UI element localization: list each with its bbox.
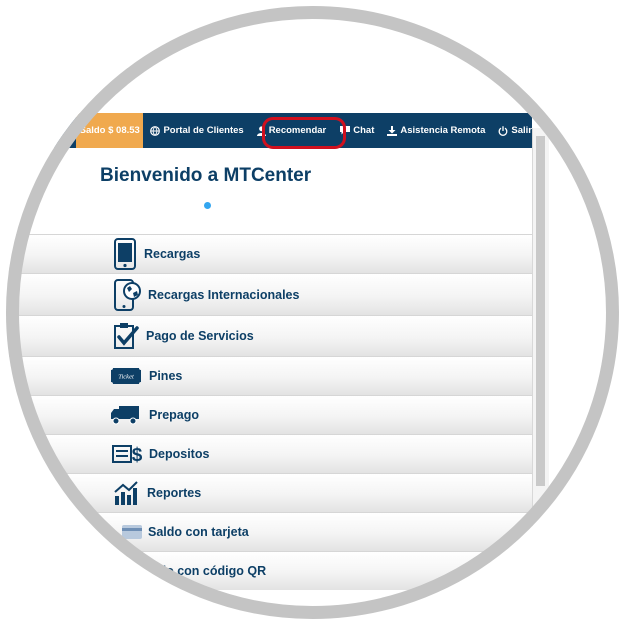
- nav-label: Recomendar: [268, 125, 327, 136]
- menu-item-pines[interactable]: Ticket Pines: [6, 356, 532, 395]
- power-icon: [499, 125, 508, 136]
- nav-portal-clientes[interactable]: Portal de Clientes: [150, 125, 244, 136]
- app-window: Saldo $ 08.53 Portal de Clientes Recomen…: [6, 113, 549, 619]
- menu-item-pago-de-servicios[interactable]: Pago de Servicios: [6, 315, 532, 356]
- mobile-phone-icon: [114, 238, 136, 270]
- menu-item-saldo-con-codigo-qr[interactable]: ldo con código QR: [6, 551, 532, 590]
- chat-icon: [340, 126, 351, 135]
- cash-deposit-icon: $: [112, 444, 142, 464]
- bar-chart-icon: [113, 480, 139, 506]
- globe-icon: [150, 125, 161, 136]
- menu-item-prepago[interactable]: Prepago: [6, 395, 532, 434]
- svg-text:$: $: [132, 445, 142, 464]
- menu-item-saldo-con-tarjeta[interactable]: Saldo con tarjeta: [6, 512, 532, 551]
- menu-item-reportes[interactable]: Reportes: [6, 473, 532, 512]
- scrollbar[interactable]: [532, 128, 549, 619]
- page-title: Bienvenido a MTCenter: [100, 165, 312, 186]
- menu-item-label: Depositos: [149, 447, 210, 461]
- menu-item-label: Recargas Internacionales: [148, 287, 300, 302]
- nav-asistencia-remota[interactable]: Asistencia Remota: [387, 125, 485, 136]
- svg-text:Ticket: Ticket: [118, 374, 134, 381]
- download-icon: [387, 125, 398, 136]
- menu-item-recargas[interactable]: Recargas: [6, 234, 532, 273]
- delivery-truck-icon: [110, 405, 140, 425]
- menu-item-label: ldo con código QR: [155, 564, 267, 578]
- menu-item-label: Prepago: [149, 408, 200, 422]
- menu-item-label: Recargas: [144, 247, 201, 261]
- menu-item-label: Saldo con tarjeta: [148, 525, 249, 539]
- menu-item-label: Pines: [149, 369, 183, 383]
- main-menu: Recargas Recargas Internacionales Pago d…: [6, 234, 532, 590]
- loading-dot: [204, 202, 211, 209]
- top-navbar: Saldo $ 08.53 Portal de Clientes Recomen…: [6, 113, 532, 148]
- circular-crop: Saldo $ 08.53 Portal de Clientes Recomen…: [6, 6, 619, 619]
- menu-item-recargas-internacionales[interactable]: Recargas Internacionales: [6, 273, 532, 315]
- scrollbar-thumb[interactable]: [536, 136, 545, 486]
- clipboard-check-icon: [113, 322, 139, 350]
- menu-item-label: Pago de Servicios: [146, 329, 254, 343]
- credit-card-icon: [122, 525, 142, 539]
- user-icon: [256, 125, 266, 136]
- nav-salir[interactable]: Salir: [498, 125, 532, 136]
- nav-label: Portal de Clientes: [163, 125, 244, 136]
- nav-chat[interactable]: Chat: [340, 125, 374, 136]
- ticket-icon: Ticket: [111, 368, 141, 384]
- nav-recomendar[interactable]: Recomendar: [256, 125, 327, 136]
- menu-item-depositos[interactable]: $ Depositos: [6, 434, 532, 473]
- nav-label: Chat: [353, 125, 375, 136]
- saldo-badge: Saldo $ 08.53: [76, 113, 144, 148]
- phone-globe-icon: [114, 278, 142, 311]
- nav-label: Salir: [511, 125, 532, 136]
- nav-label: Asistencia Remota: [400, 125, 486, 136]
- menu-item-label: Reportes: [147, 486, 202, 500]
